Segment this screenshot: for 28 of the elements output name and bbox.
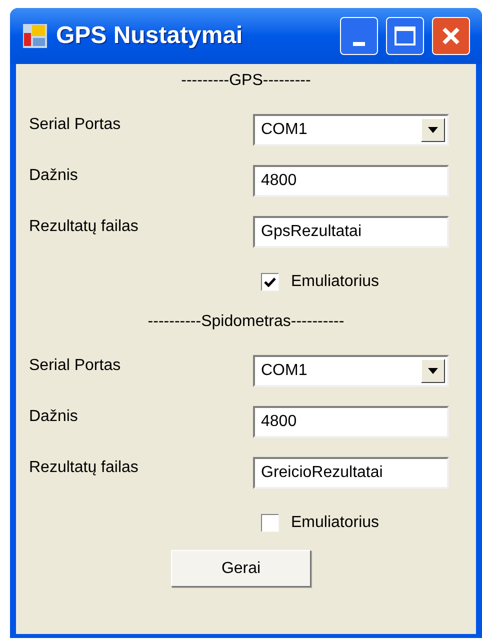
minimize-icon bbox=[353, 42, 365, 46]
section-header: ----------Spidometras---------- bbox=[148, 312, 344, 332]
field-label: Serial Portas bbox=[28, 114, 122, 134]
text-field[interactable]: GreicioRezultatai bbox=[253, 456, 449, 488]
port-dropdown[interactable]: COM1 bbox=[253, 354, 449, 386]
close-button[interactable] bbox=[432, 17, 470, 55]
ok-button[interactable]: Gerai bbox=[171, 550, 311, 587]
section-header: ---------GPS--------- bbox=[181, 71, 311, 91]
checkbox[interactable] bbox=[261, 273, 279, 291]
port-dropdown[interactable]: COM1 bbox=[253, 114, 449, 146]
maximize-icon bbox=[394, 26, 416, 46]
checkbox[interactable] bbox=[261, 514, 279, 532]
checkbox-label: Emuliatorius bbox=[291, 272, 380, 292]
field-label: Rezultatų failas bbox=[28, 216, 140, 236]
text-field[interactable]: GpsRezultatai bbox=[253, 216, 449, 248]
window-title: GPS Nustatymai bbox=[56, 21, 244, 51]
checkbox-label: Emuliatorius bbox=[291, 513, 380, 533]
field-label: Dažnis bbox=[28, 166, 79, 186]
minimize-button[interactable] bbox=[340, 17, 378, 55]
field-label: Serial Portas bbox=[28, 356, 122, 376]
field-label: Rezultatų failas bbox=[28, 458, 140, 478]
close-icon bbox=[441, 26, 461, 46]
text-field[interactable]: 4800 bbox=[253, 164, 449, 196]
check-icon bbox=[264, 277, 276, 287]
maximize-button[interactable] bbox=[386, 17, 424, 55]
app-icon bbox=[22, 23, 48, 49]
text-field[interactable]: 4800 bbox=[253, 406, 449, 438]
field-label: Dažnis bbox=[28, 406, 79, 426]
